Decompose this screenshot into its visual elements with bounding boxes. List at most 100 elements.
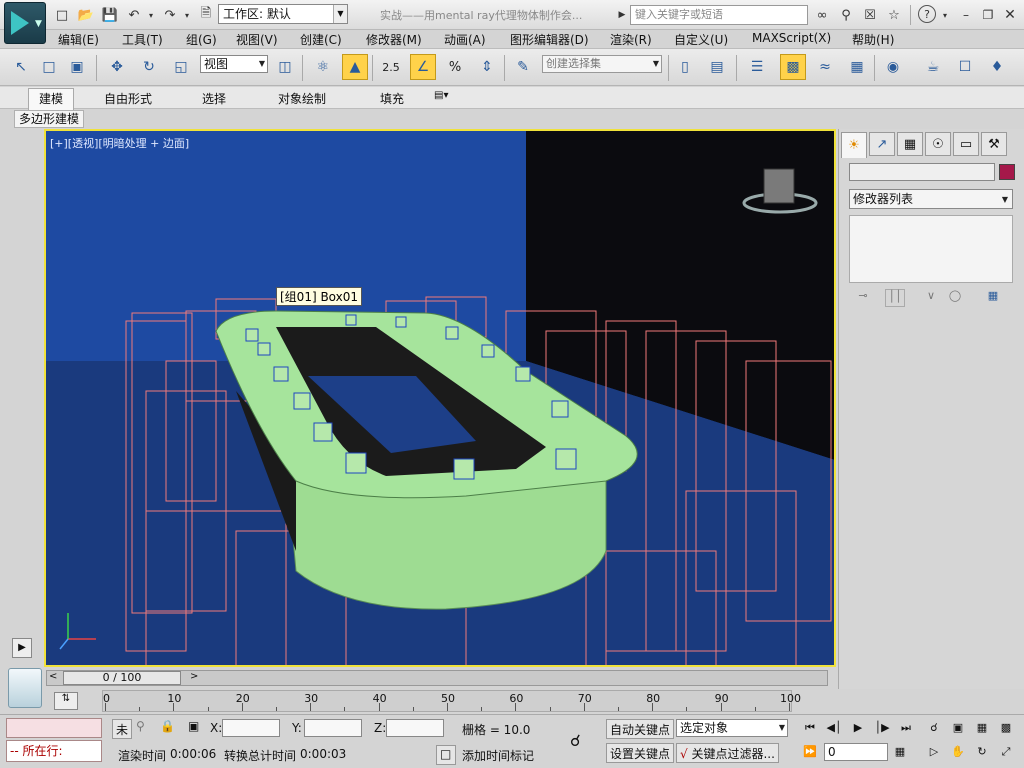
scale-icon[interactable]: ◱: [168, 54, 194, 80]
next-frame-icon[interactable]: │▶: [872, 719, 892, 737]
field-of-view-icon[interactable]: ▷: [924, 743, 944, 761]
binoculars-icon[interactable]: ∞: [812, 5, 832, 25]
menu-group[interactable]: 组(G): [186, 31, 217, 48]
viewport-layout-toggle[interactable]: ▶: [12, 638, 32, 658]
remove-modifier-icon[interactable]: ◯: [945, 289, 965, 307]
edit-named-selection-icon[interactable]: ✎: [510, 54, 536, 80]
select-and-link-icon[interactable]: ⚛: [310, 54, 336, 80]
restore-icon[interactable]: ❐: [978, 5, 998, 25]
key-icon[interactable]: ☌: [570, 731, 581, 750]
redo-icon[interactable]: ↷: [160, 5, 180, 25]
tab-modeling[interactable]: 建模: [28, 88, 75, 110]
utilities-icon[interactable]: ⚒: [981, 132, 1007, 156]
menu-views[interactable]: 视图(V): [236, 31, 278, 48]
menu-create[interactable]: 创建(C): [300, 31, 342, 48]
rotate-icon[interactable]: ↻: [136, 54, 162, 80]
zoom-extents-icon[interactable]: ▦: [972, 719, 992, 737]
redo-dropdown-icon[interactable]: ▾: [182, 5, 192, 25]
menu-customize[interactable]: 自定义(U): [674, 31, 728, 48]
maxscript-line-field[interactable]: -- 所在行:: [6, 740, 102, 762]
material-editor-icon[interactable]: ◉: [880, 54, 906, 80]
tab-object-paint[interactable]: 对象绘制: [278, 90, 326, 107]
track-bar[interactable]: 0 10 20 30 40 50 60 70 80 90 100: [102, 690, 801, 712]
schematic-view-icon[interactable]: ▦: [844, 54, 870, 80]
angle-snap-icon[interactable]: ∠: [410, 54, 436, 80]
window-crossing-icon[interactable]: ▣: [64, 54, 90, 80]
y-coordinate-input[interactable]: [304, 719, 362, 737]
move-icon[interactable]: ✥: [104, 54, 130, 80]
named-selection-set-dropdown[interactable]: 创建选择集 ▼: [542, 55, 662, 73]
menu-modifiers[interactable]: 修改器(M): [366, 31, 422, 48]
modifier-stack[interactable]: [849, 215, 1013, 283]
subscription-icon[interactable]: ⚲: [836, 5, 856, 25]
pan-hand-icon[interactable]: ✋: [948, 743, 968, 761]
set-key-button[interactable]: 设置关键点: [606, 743, 675, 763]
menu-edit[interactable]: 编辑(E): [58, 31, 99, 48]
object-color-swatch[interactable]: [999, 164, 1015, 180]
menu-animation[interactable]: 动画(A): [444, 31, 486, 48]
tab-freeform[interactable]: 自由形式: [104, 90, 152, 107]
time-tag-icon[interactable]: □: [436, 745, 456, 765]
mirror-icon[interactable]: ▯: [672, 54, 698, 80]
select-object-icon[interactable]: ↖: [8, 54, 34, 80]
undo-icon[interactable]: ↶: [124, 5, 144, 25]
time-slider[interactable]: < 0 / 100 >: [46, 670, 828, 686]
communication-center-icon[interactable]: ☒: [860, 5, 880, 25]
percent-snap-button[interactable]: %: [442, 54, 468, 80]
undo-dropdown-icon[interactable]: ▾: [146, 5, 156, 25]
absolute-mode-icon[interactable]: ▣: [188, 719, 199, 733]
graphite-toggle-icon[interactable]: ▩: [780, 54, 806, 80]
align-icon[interactable]: ▤: [704, 54, 730, 80]
mini-curve-toggle[interactable]: [8, 668, 42, 708]
curve-editor-icon[interactable]: ≈: [812, 54, 838, 80]
display-icon[interactable]: ▭: [953, 132, 979, 156]
zoom-icon[interactable]: ☌: [924, 719, 944, 737]
ribbon-options-icon[interactable]: ▤▾: [434, 90, 448, 101]
modify-icon[interactable]: ↗: [869, 132, 895, 156]
key-filter-dropdown[interactable]: 选定对象 ▼: [676, 719, 788, 737]
isolate-icon[interactable]: ⚲: [136, 719, 145, 733]
lock-icon[interactable]: 🔒: [160, 719, 175, 733]
render-teapot-icon[interactable]: ♦: [984, 54, 1010, 80]
show-end-result-icon[interactable]: ││: [885, 289, 905, 307]
arrow-right-icon[interactable]: ▶: [612, 5, 632, 25]
help-dropdown-icon[interactable]: ▾: [940, 5, 950, 25]
add-time-tag-button[interactable]: 添加时间标记: [462, 747, 534, 764]
menu-tools[interactable]: 工具(T): [122, 31, 163, 48]
prev-frame-icon[interactable]: <: [49, 671, 57, 682]
pin-stack-icon[interactable]: ⊸: [853, 289, 873, 307]
close-icon[interactable]: ✕: [1000, 5, 1020, 25]
app-menu-button[interactable]: ▼: [4, 2, 46, 44]
create-icon[interactable]: ☀: [841, 132, 867, 158]
hierarchy-icon[interactable]: ▦: [897, 132, 923, 156]
open-file-icon[interactable]: 📂: [76, 5, 96, 25]
zoom-extents-all-icon[interactable]: ▩: [996, 719, 1016, 737]
object-name-field[interactable]: [849, 163, 995, 181]
menu-maxscript[interactable]: MAXScript(X): [752, 31, 831, 45]
workspace-dropdown[interactable]: 工作区: 默认 ▼: [218, 4, 348, 24]
favorites-star-icon[interactable]: ☆: [884, 5, 904, 25]
go-to-end-icon[interactable]: ⏭: [896, 719, 916, 737]
snaps-toggle-button[interactable]: 2.5: [378, 54, 404, 80]
maximize-viewport-icon[interactable]: ⤢: [996, 743, 1016, 761]
time-config-icon[interactable]: ▦: [890, 743, 910, 761]
help-button[interactable]: ?: [918, 5, 936, 23]
selection-lock-button[interactable]: 未: [112, 719, 133, 739]
time-slider-thumb[interactable]: 0 / 100: [63, 671, 181, 685]
save-icon[interactable]: 💾: [100, 5, 120, 25]
next-frame-icon[interactable]: >: [190, 671, 198, 682]
spinner-snap-icon[interactable]: ⇕: [474, 54, 500, 80]
polygon-modeling-panel[interactable]: 多边形建模: [14, 110, 84, 128]
menu-graph-editors[interactable]: 图形编辑器(D): [510, 31, 589, 48]
minimize-icon[interactable]: –: [956, 5, 976, 25]
z-coordinate-input[interactable]: [386, 719, 444, 737]
new-file-icon[interactable]: □: [52, 5, 72, 25]
orbit-icon[interactable]: ↻: [972, 743, 992, 761]
perspective-viewport[interactable]: [+][透视][明暗处理 + 边面] [组01] Box01: [44, 129, 836, 667]
maxscript-listener-field[interactable]: [6, 718, 102, 738]
keyboard-shortcut-override-icon[interactable]: ▲: [342, 54, 368, 80]
go-to-start-icon[interactable]: ⏮: [800, 719, 820, 737]
reference-coordinate-dropdown[interactable]: 视图 ▼: [200, 55, 268, 73]
viewport-label[interactable]: [+][透视][明暗处理 + 边面]: [50, 135, 189, 151]
key-mode-icon[interactable]: ⏩: [800, 743, 820, 761]
